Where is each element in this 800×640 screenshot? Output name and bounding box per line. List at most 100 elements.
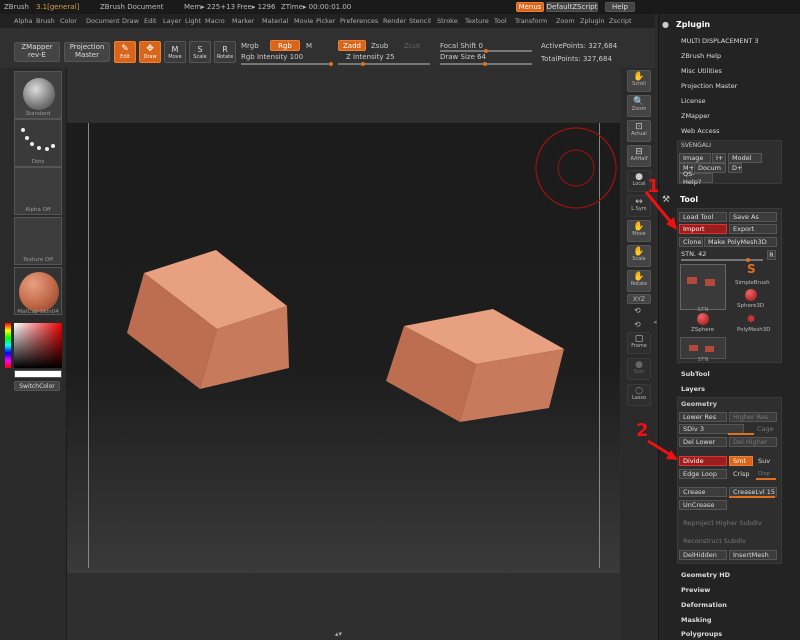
menu-material[interactable]: Material	[262, 17, 288, 25]
frame-button[interactable]: ▢ Frame	[627, 332, 651, 354]
menu-brush[interactable]: Brush	[36, 17, 55, 25]
rgb-toggle[interactable]: Rgb	[270, 40, 300, 51]
del-lower-button[interactable]: Del Lower	[679, 437, 727, 447]
tool-title[interactable]: Tool	[680, 195, 698, 204]
crisp-toggle[interactable]: Crisp	[729, 469, 753, 479]
suv-toggle[interactable]: Suv	[754, 456, 776, 466]
hue-strip[interactable]	[5, 323, 11, 368]
lasso-button[interactable]: ◌ Lasso	[627, 384, 651, 406]
menu-tool[interactable]: Tool	[494, 17, 507, 25]
zmapper-item[interactable]: ZMapper	[681, 112, 710, 120]
zbrush-help-item[interactable]: ZBrush Help	[681, 52, 721, 60]
menu-preferences[interactable]: Preferences	[340, 17, 378, 25]
rotate-button[interactable]: R Rotate	[214, 41, 236, 63]
license-item[interactable]: License	[681, 97, 706, 105]
scale-view-button[interactable]: ✋ Scale	[627, 245, 651, 267]
clone-button[interactable]: Clone	[679, 237, 703, 247]
viewport-3d[interactable]	[67, 123, 620, 573]
mrgb-toggle[interactable]: Mrgb	[241, 42, 259, 50]
geometry-title[interactable]: Geometry	[681, 400, 717, 408]
projection-master-button[interactable]: Projection Master	[64, 42, 110, 62]
sphere3d-icon[interactable]	[745, 289, 757, 301]
polymesh3d-icon[interactable]: ✸	[746, 312, 756, 326]
preview-item[interactable]: Preview	[681, 586, 710, 594]
zadd-toggle[interactable]: Zadd	[338, 40, 366, 51]
menu-transform[interactable]: Transform	[515, 17, 547, 25]
reconstruct-subdiv-button[interactable]: Reconstruct Subdiv	[679, 536, 777, 546]
smt-toggle[interactable]: Smt	[729, 456, 753, 466]
zsub-toggle[interactable]: Zsub	[371, 42, 388, 50]
zsphere-icon[interactable]	[697, 313, 709, 325]
move-button[interactable]: M Move	[164, 41, 186, 63]
del-hidden-button[interactable]: DelHidden	[679, 550, 727, 560]
polygroups-item[interactable]: Polygroups	[681, 630, 722, 638]
load-tool-button[interactable]: Load Tool	[679, 212, 727, 222]
actual-button[interactable]: ⊡ Actual	[627, 120, 651, 142]
export-button[interactable]: Export	[729, 224, 777, 234]
draw-button[interactable]: ✥ Draw	[139, 41, 161, 63]
switch-color-button[interactable]: SwitchColor	[14, 381, 60, 391]
stn-slider[interactable]: STN. 42	[681, 250, 706, 258]
qshelp-button[interactable]: QS-Help?	[679, 170, 713, 186]
dplus-button[interactable]: D+	[728, 163, 742, 173]
menu-render[interactable]: Render	[383, 17, 406, 25]
make-polymesh3d-button[interactable]: Make PolyMesh3D	[704, 237, 777, 247]
menu-texture[interactable]: Texture	[465, 17, 489, 25]
projection-master-item[interactable]: Projection Master	[681, 82, 737, 90]
rotate-view-button[interactable]: ✋ Rotate	[627, 270, 651, 292]
save-as-button[interactable]: Save As	[729, 212, 777, 222]
web-access-item[interactable]: Web Access	[681, 127, 720, 135]
menu-document[interactable]: Document	[86, 17, 120, 25]
tray-toggle-icon[interactable]: ◂	[653, 318, 657, 326]
left-box-mesh[interactable]	[127, 250, 289, 389]
menus-button[interactable]: Menus	[516, 2, 544, 12]
menu-light[interactable]: Light	[185, 17, 201, 25]
zoom-button[interactable]: 🔍 Zoom	[627, 95, 651, 117]
masking-item[interactable]: Masking	[681, 616, 712, 624]
zplugin-title[interactable]: Zplugin	[676, 20, 710, 29]
crease-button[interactable]: Crease	[679, 487, 727, 497]
material-thumbnail[interactable]	[14, 267, 62, 315]
menu-layer[interactable]: Layer	[163, 17, 181, 25]
menu-movie[interactable]: Movie	[294, 17, 313, 25]
geometry-hd-item[interactable]: Geometry HD	[681, 571, 730, 579]
reproject-higher-subdiv-button[interactable]: Reproject Higher Subdiv	[679, 518, 777, 528]
main-color-swatch[interactable]	[14, 370, 62, 378]
menu-edit[interactable]: Edit	[144, 17, 157, 25]
zcut-toggle[interactable]: Zcut	[404, 42, 420, 50]
menu-picker[interactable]: Picker	[316, 17, 335, 25]
z-intensity-knob[interactable]	[361, 62, 365, 66]
xyz-button[interactable]: XYZ	[627, 294, 651, 304]
focal-shift-slider[interactable]: Focal Shift 0	[440, 42, 483, 50]
menu-zscript[interactable]: Zscript	[609, 17, 632, 25]
draw-size-knob[interactable]	[483, 62, 487, 66]
z-intensity-slider[interactable]: Z Intensity 25	[346, 53, 395, 61]
r-button[interactable]: R	[767, 250, 776, 260]
color-picker[interactable]	[14, 323, 62, 368]
layers-item[interactable]: Layers	[681, 385, 705, 393]
divide-button[interactable]: Divide	[679, 456, 727, 466]
multi-displacement-item[interactable]: MULTI DISPLACEMENT 3	[681, 37, 759, 45]
higher-res-button[interactable]: Higher Res	[729, 412, 777, 422]
uncrease-button[interactable]: UnCrease	[679, 500, 727, 510]
menu-color[interactable]: Color	[60, 17, 77, 25]
simplebrush-icon[interactable]: S	[747, 262, 756, 276]
iplus-button[interactable]: I+	[712, 153, 726, 163]
aahalf-button[interactable]: ⊟ AAHalf	[627, 145, 651, 167]
zmapper-button[interactable]: ZMapper rev-E	[14, 42, 60, 62]
default-zscript-button[interactable]: DefaultZScript	[546, 2, 598, 12]
zplugin-collapse-icon[interactable]: ●	[662, 20, 669, 29]
stn-history-thumbnail[interactable]: STN	[680, 337, 726, 363]
scale-button[interactable]: S Scale	[189, 41, 211, 63]
help-button[interactable]: Help	[605, 2, 635, 12]
insert-mesh-button[interactable]: InsertMesh	[729, 550, 777, 560]
cage-button[interactable]: Cage	[753, 424, 777, 434]
edge-loop-button[interactable]: Edge Loop	[679, 469, 727, 479]
menu-draw[interactable]: Draw	[122, 17, 139, 25]
menu-alpha[interactable]: Alpha	[14, 17, 32, 25]
import-button[interactable]: Import	[679, 224, 727, 234]
solo-button[interactable]: ● Solo	[627, 358, 651, 380]
lower-res-button[interactable]: Lower Res	[679, 412, 727, 422]
menu-stencil[interactable]: Stencil	[409, 17, 431, 25]
edit-button[interactable]: ✎ Edit	[114, 41, 136, 63]
